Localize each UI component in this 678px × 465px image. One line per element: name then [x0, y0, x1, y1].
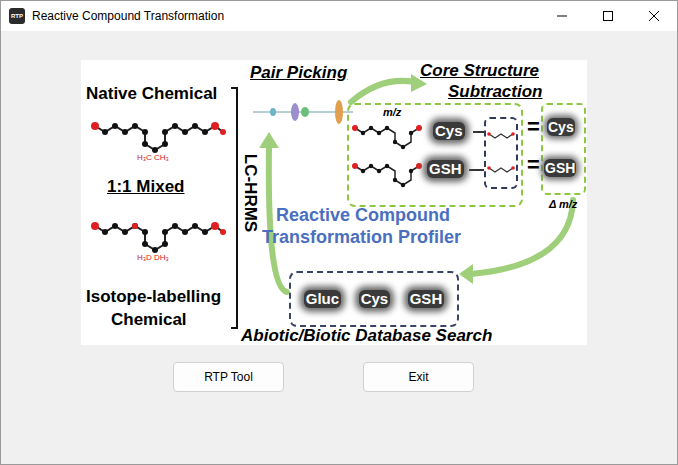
workflow-figure: Native Chemical H₃C CH₃ 1:1 Mixed H₃D DH…	[81, 60, 587, 345]
close-icon	[649, 11, 659, 21]
button-row: RTP Tool Exit	[173, 362, 474, 392]
mixed-label: 1:1 Mixed	[107, 178, 184, 195]
title-bar: RTP Reactive Compound Transformation	[1, 1, 677, 31]
core-title: Core Structure	[420, 62, 539, 79]
method-label: LC-HRMS	[240, 133, 260, 253]
close-button[interactable]	[631, 1, 677, 31]
window-title: Reactive Compound Transformation	[32, 7, 224, 25]
adduct-label: GSH	[427, 160, 464, 178]
equals-sign: =	[527, 154, 540, 176]
isotope-label: Isotope-labelling	[86, 288, 221, 305]
axis-label: m/z	[383, 107, 401, 118]
minimize-icon	[557, 11, 567, 21]
app-icon-label: RTP	[11, 13, 23, 19]
pair-molecule-icon	[351, 120, 427, 150]
database-label: Gluc	[304, 290, 341, 308]
core-molecule-icon	[487, 164, 515, 176]
core-title: Subtraction	[448, 83, 542, 100]
profiler-title: Transformation Profiler	[262, 228, 461, 246]
equals-sign: =	[527, 116, 540, 138]
core-molecule-icon	[487, 130, 515, 142]
database-label: GSH	[408, 290, 445, 308]
delta-caption: Δ m/z	[549, 199, 577, 210]
native-substituent: H₃C CH₃	[137, 154, 169, 162]
labelled-substituent: H₃D DH₃	[137, 254, 169, 262]
maximize-button[interactable]	[585, 1, 631, 31]
delta-box	[541, 103, 586, 195]
native-label: Native Chemical	[86, 85, 217, 102]
delta-label: GSH	[544, 159, 576, 177]
isotope-label: Chemical	[111, 311, 187, 328]
app-icon: RTP	[9, 8, 25, 24]
delta-label: Cys	[547, 118, 575, 136]
database-box: Gluc Cys GSH	[289, 271, 459, 327]
core-box	[484, 117, 518, 189]
maximize-icon	[603, 11, 613, 21]
database-caption: Abiotic/Biotic Database Search	[241, 327, 492, 344]
adduct-label: Cys	[433, 122, 465, 140]
app-window: RTP Reactive Compound Transformation	[0, 0, 678, 465]
exit-button[interactable]: Exit	[363, 362, 474, 392]
profiler-title: Reactive Compound	[276, 206, 450, 224]
labelled-molecule-icon	[89, 212, 229, 256]
pair-picking-title: Pair Picking	[250, 64, 347, 81]
database-label: Cys	[359, 290, 391, 308]
rtp-tool-button[interactable]: RTP Tool	[173, 362, 284, 392]
pair-molecule-icon	[351, 158, 427, 188]
native-molecule-icon	[89, 112, 229, 156]
minimize-button[interactable]	[539, 1, 585, 31]
